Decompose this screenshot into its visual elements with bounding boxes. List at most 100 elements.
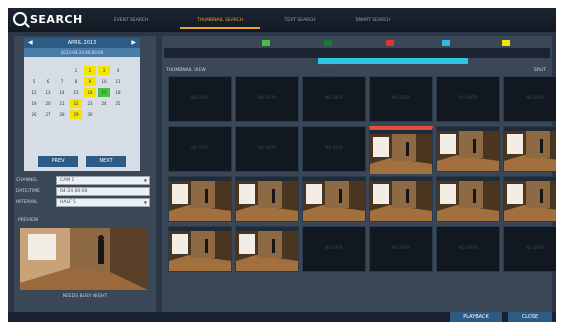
prev-button[interactable]: PREV xyxy=(38,156,78,167)
calendar-day[interactable]: 11 xyxy=(112,77,124,86)
next-button[interactable]: NEXT xyxy=(86,156,126,167)
calendar-day[interactable]: 13 xyxy=(42,88,54,97)
legend-item: CONTINUOUS xyxy=(262,38,289,54)
timeline-recording-bar[interactable]: 00:00 xyxy=(318,58,468,74)
thumbnail-section-label: THUMBNAIL VIEW xyxy=(166,68,206,73)
no-data-text: NO DATA xyxy=(459,245,477,250)
timeline-tick: 00:00 xyxy=(164,57,179,58)
legend-swatch xyxy=(502,40,510,46)
calendar-day[interactable]: 19 xyxy=(28,99,40,108)
tab-smart-search[interactable]: SMART SEARCH xyxy=(338,15,408,27)
legend-item: SENSOR EVENTS xyxy=(324,38,341,63)
preview-label: PREVIEW xyxy=(18,218,39,223)
tab-text-search[interactable]: TEXT SEARCH xyxy=(270,15,330,27)
calendar-day[interactable]: 14 xyxy=(56,88,68,97)
calendar-day[interactable]: 8 xyxy=(70,77,82,86)
timeline-tick: 23:00 xyxy=(509,57,524,58)
calendar-day[interactable]: 26 xyxy=(28,110,40,119)
thumbnail-panel: CONTINUOUS SENSOR EVENTS ALARM MOTION VI… xyxy=(162,36,556,312)
prev-month-icon[interactable]: ◀ xyxy=(28,38,33,48)
calendar-week: 5 6 7 8 9 10 11 xyxy=(28,76,138,87)
thumbnail-cell[interactable]: NO DATA xyxy=(302,226,366,272)
calendar-day[interactable]: 20 xyxy=(42,99,54,108)
thumbnail-cell[interactable] xyxy=(436,176,500,222)
calendar-day[interactable]: 21 xyxy=(56,99,68,108)
next-month-icon[interactable]: ▶ xyxy=(131,38,136,48)
thumbnail-cell[interactable]: NO DATA xyxy=(503,226,556,272)
preview-caption: NEEDS BUSY NIGHT xyxy=(62,294,108,299)
datetime-label: DATE/TIME xyxy=(16,189,41,194)
datetime-value: 04-24 00:00 xyxy=(60,189,88,194)
thumbnail-cell[interactable] xyxy=(503,126,556,172)
chevron-down-icon: ▼ xyxy=(143,200,147,205)
channel-select[interactable]: CAM 1 ▼ xyxy=(56,176,150,185)
calendar-day[interactable]: 7 xyxy=(56,77,68,86)
calendar-subheader: 2013-04-24 00:00:00 xyxy=(24,48,140,57)
timeline-tick: 03:00 xyxy=(209,57,224,58)
tab-event-search[interactable]: EVENT SEARCH xyxy=(96,15,166,27)
thumbnail-cell[interactable] xyxy=(168,176,232,222)
calendar-day[interactable]: 4 xyxy=(112,66,124,75)
interval-label: INTERVAL xyxy=(16,200,38,205)
thumbnail-cell[interactable]: NO DATA xyxy=(503,76,556,122)
no-data-text: NO DATA xyxy=(191,95,209,100)
calendar-day[interactable]: 25 xyxy=(112,99,124,108)
timeline-tick: 07:00 xyxy=(269,57,284,58)
calendar-day[interactable]: 10 xyxy=(98,77,110,86)
thumbnail-cell[interactable] xyxy=(436,126,500,172)
thumbnail-cell[interactable] xyxy=(369,126,433,174)
calendar-day[interactable]: 30 xyxy=(84,110,96,119)
calendar-day[interactable]: 2 xyxy=(84,66,96,75)
legend-swatch xyxy=(386,40,394,46)
split-label[interactable]: SPLIT xyxy=(534,68,546,73)
calendar-day[interactable]: 24 xyxy=(98,99,110,108)
thumbnail-cell[interactable]: NO DATA xyxy=(235,76,299,122)
no-data-text: NO DATA xyxy=(392,95,410,100)
calendar-day[interactable]: 18 xyxy=(112,88,124,97)
search-window: SEARCH EVENT SEARCH THUMBNAIL SEARCH TEX… xyxy=(8,8,556,322)
datetime-field[interactable]: 04-24 00:00 xyxy=(56,187,150,196)
calendar-day[interactable]: 12 xyxy=(28,88,40,97)
thumbnail-cell[interactable] xyxy=(235,226,299,272)
thumbnail-cell[interactable]: NO DATA xyxy=(168,126,232,172)
close-button[interactable]: CLOSE xyxy=(508,312,552,322)
thumbnail-cell[interactable]: NO DATA xyxy=(436,76,500,122)
calendar-day[interactable]: 27 xyxy=(42,110,54,119)
calendar-day[interactable]: 29 xyxy=(70,110,82,119)
calendar-day[interactable]: 17 xyxy=(98,88,110,97)
calendar-day[interactable]: 5 xyxy=(28,77,40,86)
thumbnail-cell[interactable]: NO DATA xyxy=(369,226,433,272)
legend-item: ALARM xyxy=(386,38,400,54)
tab-thumbnail-search[interactable]: THUMBNAIL SEARCH xyxy=(180,15,260,29)
calendar-day[interactable]: 22 xyxy=(70,99,82,108)
interval-select[interactable]: HALF 5 ▼ xyxy=(56,198,150,207)
calendar-day[interactable]: 9 xyxy=(84,77,96,86)
thumbnail-cell[interactable]: NO DATA xyxy=(168,76,232,122)
thumbnail-cell[interactable]: NO DATA xyxy=(302,76,366,122)
preview-image xyxy=(20,228,148,290)
calendar-day xyxy=(42,66,54,75)
calendar-day[interactable]: 28 xyxy=(56,110,68,119)
timeline[interactable]: 00:0001:0002:0003:0004:0005:0006:0007:00… xyxy=(164,48,550,58)
thumbnail-cell[interactable]: NO DATA xyxy=(302,126,366,172)
legend-swatch xyxy=(324,40,332,46)
thumbnail-cell[interactable] xyxy=(168,226,232,272)
calendar-day xyxy=(28,66,40,75)
thumbnail-cell[interactable] xyxy=(369,176,433,222)
calendar-day[interactable]: 15 xyxy=(70,88,82,97)
calendar-day xyxy=(98,110,110,119)
thumbnail-cell[interactable]: NO DATA xyxy=(235,126,299,172)
calendar-day[interactable]: 3 xyxy=(98,66,110,75)
thumbnail-cell[interactable] xyxy=(235,176,299,222)
thumbnail-cell[interactable] xyxy=(503,176,556,222)
calendar-day[interactable]: 23 xyxy=(84,99,96,108)
calendar-week: 1234 xyxy=(28,65,138,76)
playback-button[interactable]: PLAYBACK xyxy=(450,312,502,322)
thumbnail-cell[interactable]: NO DATA xyxy=(369,76,433,122)
calendar-header: ◀ APRIL 2013 ▶ xyxy=(24,38,140,48)
thumbnail-cell[interactable] xyxy=(302,176,366,222)
calendar-day[interactable]: 1 xyxy=(70,66,82,75)
calendar-day[interactable]: 16 xyxy=(84,88,96,97)
thumbnail-cell[interactable]: NO DATA xyxy=(436,226,500,272)
calendar-day[interactable]: 6 xyxy=(42,77,54,86)
